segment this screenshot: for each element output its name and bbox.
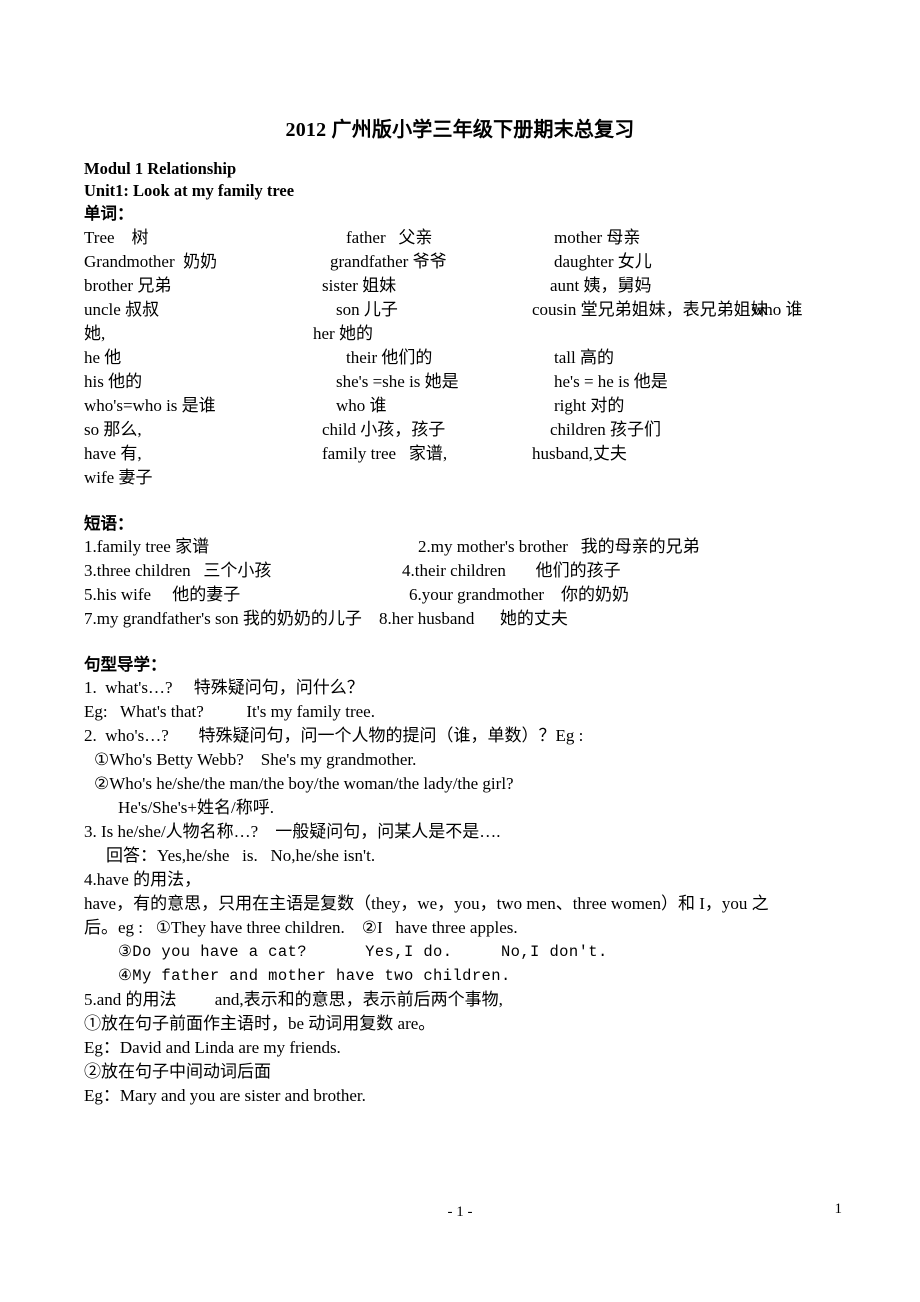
vocab-term: son 儿子 — [336, 300, 398, 319]
vocab-term: brother 兄弟 — [84, 276, 172, 295]
pattern-line: 2. who's…? 特殊疑问句，问一个人物的提问（谁，单数）？Eg : — [84, 726, 584, 745]
vocab-term: wife 妻子 — [84, 468, 153, 487]
document-page: 2012 广州版小学三年级下册期末总复习 Modul 1 Relationshi… — [0, 0, 920, 1302]
pattern-line: ③Do you have a cat? Yes,I do. No,I don't… — [118, 943, 608, 961]
vocab-term: 她, — [84, 324, 106, 343]
footer-page-marker: - 1 - — [447, 1204, 473, 1220]
pattern-line: Eg：David and Linda are my friends. — [84, 1038, 341, 1057]
vocab-term: daughter 女儿 — [554, 252, 652, 271]
pattern-line: Eg：Mary and you are sister and brother. — [84, 1086, 366, 1105]
vocab-term: tall 高的 — [554, 348, 614, 367]
vocab-term: Tree 树 — [84, 228, 149, 247]
phrase-row: 5.his wife 他的妻子 6.your grandmother 你的奶奶 — [84, 583, 836, 607]
patterns-list: 1. what's…? 特殊疑问句，问什么？ Eg: What's that? … — [84, 676, 836, 1108]
vocab-term: her 她的 — [313, 324, 373, 343]
phrase-row: 1.family tree 家谱 2.my mother's brother 我… — [84, 535, 836, 559]
phrases-list: 1.family tree 家谱 2.my mother's brother 我… — [84, 535, 836, 631]
vocab-term: who's=who is 是谁 — [84, 396, 216, 415]
vocabulary-row: his 他的 she's =she is 她是 he's = he is 他是 — [84, 370, 836, 394]
vocabulary-row: wife 妻子 — [84, 466, 836, 490]
pattern-line: 4.have 的用法， — [84, 870, 202, 889]
vocab-term: who 谁 — [752, 300, 803, 319]
pattern-line: He's/She's+姓名/称呼. — [118, 798, 274, 817]
module-heading: Modul 1 Relationship — [84, 159, 237, 178]
vocab-term: child 小孩，孩子 — [322, 420, 446, 439]
phrase-right: 2.my mother's brother 我的母亲的兄弟 — [418, 537, 700, 556]
vocab-term: have 有, — [84, 444, 142, 463]
unit-heading: Unit1: Look at my family tree — [84, 181, 295, 200]
phrase-row: 7.my grandfather's son 我的奶奶的儿子 8.her hus… — [84, 607, 836, 631]
phrase-left: 1.family tree 家谱 — [84, 537, 210, 556]
pattern-line: ①放在句子前面作主语时，be 动词用复数 are。 — [84, 1014, 436, 1033]
vocab-term: cousin 堂兄弟姐妹，表兄弟姐妹 — [532, 300, 768, 319]
patterns-heading: 句型导学： — [84, 655, 167, 674]
pattern-line: 3. Is he/she/人物名称…? 一般疑问句，问某人是不是…. — [84, 822, 501, 841]
vocab-term: so 那么, — [84, 420, 142, 439]
pattern-line: have，有的意思，只用在主语是复数（they，we，you，two men、t… — [84, 894, 769, 913]
vocab-term: his 他的 — [84, 372, 143, 391]
pattern-line: ②放在句子中间动词后面 — [84, 1062, 271, 1081]
vocabulary-list: Tree 树 father 父亲 mother 母亲 Grandmother 奶… — [84, 226, 836, 490]
vocab-term: their 他们的 — [346, 348, 433, 367]
pattern-line: 回答：Yes,he/she is. No,he/she isn't. — [106, 846, 376, 865]
vocabulary-row: so 那么, child 小孩，孩子 children 孩子们 — [84, 418, 836, 442]
vocab-term: Grandmother 奶奶 — [84, 252, 218, 271]
vocabulary-row: Grandmother 奶奶 grandfather 爷爷 daughter 女… — [84, 250, 836, 274]
vocabulary-heading: 单词： — [84, 204, 134, 223]
vocabulary-row: have 有, family tree 家谱, husband,丈夫 — [84, 442, 836, 466]
phrase-right: 4.their children 他们的孩子 — [402, 561, 621, 580]
page-content: 2012 广州版小学三年级下册期末总复习 Modul 1 Relationshi… — [84, 116, 836, 1108]
phrase-left: 7.my grandfather's son 我的奶奶的儿子 — [84, 609, 362, 628]
footer-page-number: 1 — [834, 1201, 843, 1217]
vocabulary-row: 她, her 她的 — [84, 322, 836, 346]
vocab-term: family tree 家谱, — [322, 444, 448, 463]
phrases-heading: 短语： — [84, 514, 134, 533]
vocab-term: father 父亲 — [346, 228, 433, 247]
vocab-term: grandfather 爷爷 — [330, 252, 447, 271]
vocabulary-row: Tree 树 father 父亲 mother 母亲 — [84, 226, 836, 250]
pattern-line: Eg: What's that? It's my family tree. — [84, 702, 375, 721]
phrase-right: 8.her husband 她的丈夫 — [379, 609, 568, 628]
pattern-line: ②Who's he/she/the man/the boy/the woman/… — [94, 774, 514, 793]
page-title: 2012 广州版小学三年级下册期末总复习 — [285, 119, 635, 141]
vocab-term: sister 姐妹 — [322, 276, 397, 295]
vocab-term: children 孩子们 — [550, 420, 661, 439]
vocab-term: he's = he is 他是 — [554, 372, 668, 391]
pattern-line: 5.and 的用法 and,表示和的意思，表示前后两个事物, — [84, 990, 503, 1009]
pattern-line: ④My father and mother have two children. — [118, 967, 511, 985]
vocab-term: right 对的 — [554, 396, 625, 415]
vocab-term: mother 母亲 — [554, 228, 641, 247]
pattern-line: ①Who's Betty Webb? She's my grandmother. — [94, 750, 417, 769]
pattern-line: 1. what's…? 特殊疑问句，问什么？ — [84, 678, 364, 697]
vocabulary-row: uncle 叔叔 son 儿子 cousin 堂兄弟姐妹，表兄弟姐妹 who 谁 — [84, 298, 836, 322]
pattern-line: 后。eg : ①They have three children. ②I hav… — [84, 918, 518, 937]
vocabulary-row: who's=who is 是谁 who 谁 right 对的 — [84, 394, 836, 418]
phrase-right: 6.your grandmother 你的奶奶 — [409, 585, 630, 604]
phrase-left: 3.three children 三个小孩 — [84, 561, 272, 580]
vocabulary-row: brother 兄弟 sister 姐妹 aunt 姨，舅妈 — [84, 274, 836, 298]
vocab-term: he 他 — [84, 348, 122, 367]
vocab-term: aunt 姨，舅妈 — [550, 276, 652, 295]
vocab-term: uncle 叔叔 — [84, 300, 160, 319]
vocabulary-row: he 他 their 他们的 tall 高的 — [84, 346, 836, 370]
vocab-term: she's =she is 她是 — [336, 372, 459, 391]
phrase-row: 3.three children 三个小孩 4.their children 他… — [84, 559, 836, 583]
phrase-left: 5.his wife 他的妻子 — [84, 585, 241, 604]
vocab-term: husband,丈夫 — [532, 444, 627, 463]
vocab-term: who 谁 — [336, 396, 387, 415]
